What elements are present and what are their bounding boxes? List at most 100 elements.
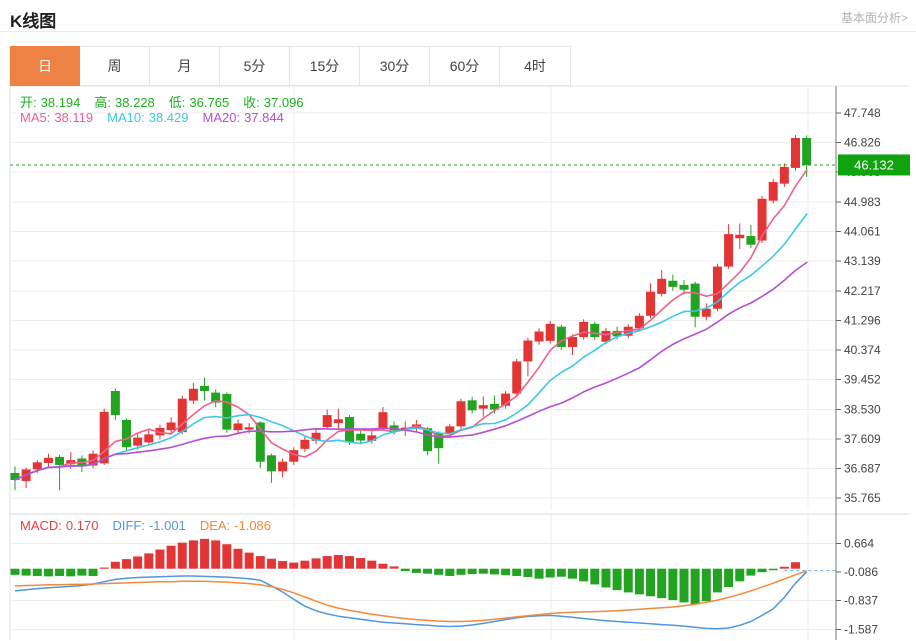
macd-bar	[167, 546, 176, 569]
legend-value: 38.194	[41, 95, 81, 110]
macd-bar	[122, 559, 131, 569]
candle-body	[122, 420, 131, 447]
macd-bar	[646, 569, 655, 597]
candle-body	[791, 138, 800, 168]
macd-bar	[89, 569, 98, 576]
macd-bar	[111, 562, 120, 569]
macd-bar	[178, 543, 187, 569]
period-tabbar: 日周月5分15分30分60分4时	[10, 46, 571, 86]
candle-body	[680, 285, 689, 290]
macd-bar	[579, 569, 588, 582]
tab-m5[interactable]: 5分	[220, 47, 290, 85]
tab-m60[interactable]: 60分	[430, 47, 500, 85]
macd-bar	[378, 564, 387, 569]
candle-body	[144, 434, 153, 442]
candle-body	[780, 167, 789, 184]
axis-tick-label: 37.609	[844, 432, 881, 446]
macd-bar	[468, 569, 477, 574]
candle-body	[479, 405, 488, 409]
macd-bar	[44, 569, 53, 577]
macd-bar	[222, 544, 231, 568]
macd-legend: MACD:0.170DIFF:-1.001DEA:-1.086	[20, 518, 285, 533]
axis-tick-label: 40.374	[844, 343, 881, 357]
candle-body	[568, 337, 577, 347]
macd-bar	[735, 569, 744, 582]
axis-tick-label: 43.139	[844, 254, 881, 268]
macd-bar	[256, 556, 265, 569]
legend-value: 0.170	[66, 518, 99, 533]
macd-bar	[780, 567, 789, 569]
candle-body	[300, 440, 309, 449]
candle-body	[133, 438, 142, 446]
legend-label: MACD:	[20, 518, 62, 533]
axis-tick-label: 44.983	[844, 195, 881, 209]
tab-day[interactable]: 日	[10, 46, 80, 86]
macd-bar	[523, 569, 532, 577]
macd-bar	[568, 569, 577, 579]
candle-body	[758, 199, 767, 241]
axis-tick-label: 38.530	[844, 402, 881, 416]
candle-body	[55, 457, 64, 465]
fundamental-analysis-link[interactable]: 基本面分析>	[841, 9, 908, 26]
tab-h4[interactable]: 4时	[500, 47, 570, 85]
macd-bar	[691, 569, 700, 605]
candle-body	[334, 419, 343, 423]
macd-bar	[144, 553, 153, 568]
candle-body	[702, 309, 711, 317]
current-price-badge-label: 46.132	[854, 157, 894, 172]
macd-bar	[624, 569, 633, 593]
ma20-line	[15, 263, 807, 481]
macd-bar	[668, 569, 677, 600]
tab-m30[interactable]: 30分	[360, 47, 430, 85]
macd-bar	[445, 569, 454, 576]
macd-bar	[758, 569, 767, 572]
macd-bar	[11, 569, 20, 575]
candle-body	[234, 423, 243, 430]
macd-bar	[613, 569, 622, 590]
candle-body	[512, 361, 521, 393]
axis-tick-label: 42.217	[844, 284, 881, 298]
axis-tick-label: 35.765	[844, 491, 881, 505]
candle-body	[100, 412, 109, 463]
candle-body	[468, 400, 477, 410]
macd-bar	[323, 556, 332, 569]
candle-body	[267, 455, 276, 471]
candle-body	[646, 292, 655, 316]
candle-body	[769, 182, 778, 201]
page-title: K线图	[10, 7, 56, 32]
macd-bar	[535, 569, 544, 579]
candle-body	[457, 401, 466, 426]
macd-bar	[546, 569, 555, 578]
legend-value: 38.429	[149, 110, 189, 125]
tab-week[interactable]: 周	[80, 47, 150, 85]
candle-body	[378, 412, 387, 428]
legend-label: 低:	[169, 95, 186, 110]
macd-bar	[22, 569, 31, 576]
candle-body	[222, 394, 231, 430]
macd-bar	[356, 558, 365, 569]
candle-body	[579, 322, 588, 337]
legend-label: MA20:	[202, 110, 240, 125]
macd-bar	[479, 569, 488, 574]
macd-bar	[769, 569, 778, 571]
candle-body	[523, 341, 532, 362]
candle-body	[802, 138, 811, 165]
candle-body	[724, 234, 733, 266]
legend-value: -1.001	[149, 518, 186, 533]
tab-month[interactable]: 月	[150, 47, 220, 85]
kline-widget: 47.74846.82645.90544.98344.06143.13942.2…	[0, 0, 916, 641]
candle-body	[590, 324, 599, 337]
macd-bar	[189, 540, 198, 568]
ohlc-legend: 开:38.194高:38.228低:36.765收:37.096	[20, 92, 318, 111]
macd-bar	[434, 569, 443, 575]
candle-body	[546, 324, 555, 341]
legend-label: MA10:	[107, 110, 145, 125]
legend-value: 37.096	[264, 95, 304, 110]
candle-body	[735, 235, 744, 239]
legend-label: DEA:	[200, 518, 230, 533]
tab-m15[interactable]: 15分	[290, 47, 360, 85]
macd-bar	[791, 562, 800, 569]
macd-bar	[100, 568, 109, 569]
macd-bar	[155, 550, 164, 569]
macd-bar	[278, 561, 287, 569]
